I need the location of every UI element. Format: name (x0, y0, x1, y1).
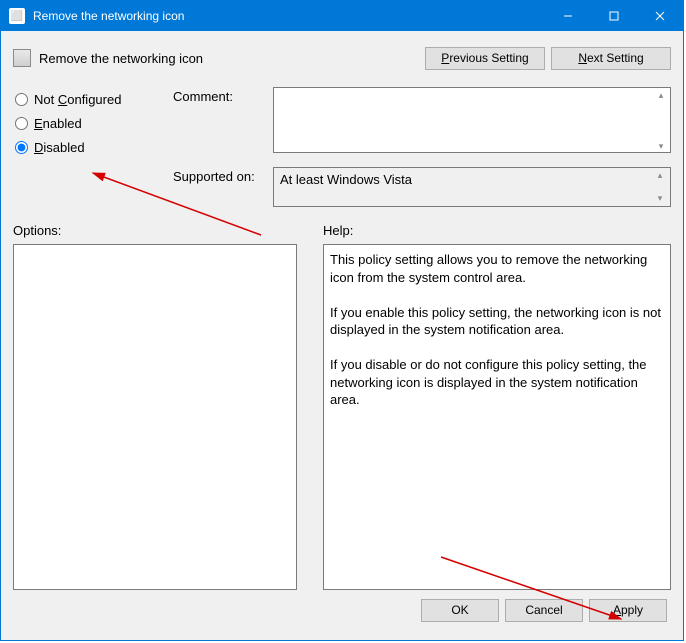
maximize-button[interactable] (591, 1, 637, 31)
policy-dialog: ⬜ Remove the networking icon Remove the … (0, 0, 684, 641)
options-label: Options: (13, 223, 297, 238)
cancel-button[interactable]: Cancel (505, 599, 583, 622)
window-title: Remove the networking icon (33, 9, 545, 23)
scroll-up-icon: ▴ (659, 90, 664, 101)
supported-on-box: At least Windows Vista ▴ ▾ (273, 167, 671, 207)
radio-not-configured-input[interactable] (15, 93, 28, 106)
ok-button[interactable]: OK (421, 599, 499, 622)
state-radios: Not Configured Enabled Disabled (13, 87, 173, 159)
lower-panels: Options: Help: This policy setting allow… (13, 223, 671, 590)
scroll-up-icon: ▴ (658, 170, 663, 181)
previous-setting-button[interactable]: Previous Setting (425, 47, 545, 70)
comment-scrollbar[interactable]: ▴ ▾ (653, 90, 669, 152)
setting-name: Remove the networking icon (39, 51, 203, 66)
radio-enabled[interactable]: Enabled (13, 111, 173, 135)
scroll-down-icon: ▾ (658, 193, 663, 204)
options-panel (13, 244, 297, 590)
comment-textarea[interactable] (273, 87, 671, 153)
radio-enabled-input[interactable] (15, 117, 28, 130)
supported-scrollbar[interactable]: ▴ ▾ (652, 170, 668, 204)
scroll-down-icon: ▾ (659, 141, 664, 152)
titlebar: ⬜ Remove the networking icon (1, 1, 683, 31)
help-panel: This policy setting allows you to remove… (323, 244, 671, 590)
state-and-comment: Not Configured Enabled Disabled Comment:… (13, 87, 671, 159)
radio-disabled[interactable]: Disabled (13, 135, 173, 159)
app-icon: ⬜ (9, 8, 25, 24)
supported-label: Supported on: (173, 167, 273, 207)
next-setting-button[interactable]: Next Setting (551, 47, 671, 70)
footer-buttons: OK Cancel Apply (13, 590, 671, 630)
comment-label: Comment: (173, 89, 273, 104)
help-label: Help: (323, 223, 671, 238)
minimize-button[interactable] (545, 1, 591, 31)
header-row: Remove the networking icon Previous Sett… (13, 41, 671, 75)
apply-button[interactable]: Apply (589, 599, 667, 622)
supported-row: Supported on: At least Windows Vista ▴ ▾ (13, 167, 671, 207)
close-button[interactable] (637, 1, 683, 31)
radio-not-configured[interactable]: Not Configured (13, 87, 173, 111)
content-area: Remove the networking icon Previous Sett… (1, 31, 683, 640)
policy-icon (13, 49, 31, 67)
radio-disabled-input[interactable] (15, 141, 28, 154)
supported-on-text: At least Windows Vista (280, 172, 412, 187)
